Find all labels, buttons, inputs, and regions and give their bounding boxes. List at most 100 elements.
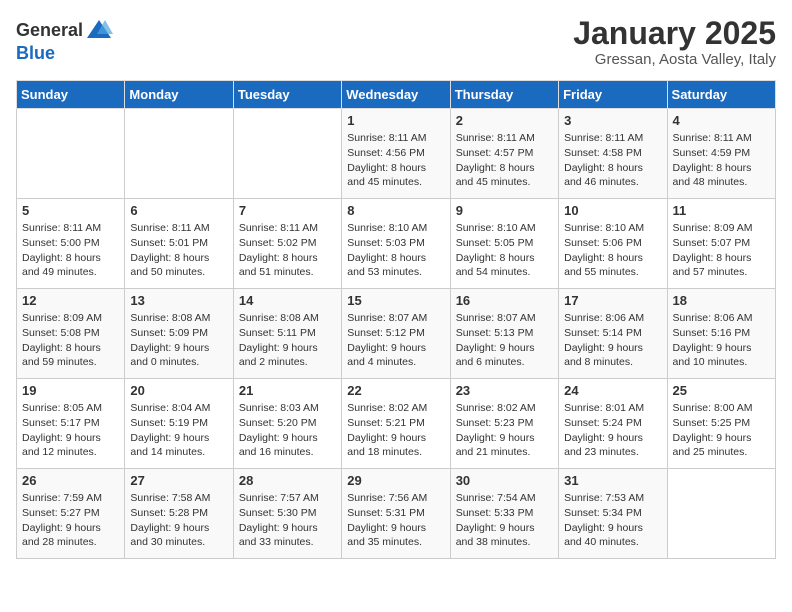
cell-info: Sunrise: 8:11 AM Sunset: 4:57 PM Dayligh… <box>456 131 553 190</box>
day-number: 17 <box>564 293 661 308</box>
day-number: 20 <box>130 383 227 398</box>
logo-general: General <box>16 21 83 39</box>
calendar-cell: 5Sunrise: 8:11 AM Sunset: 5:00 PM Daylig… <box>17 199 125 289</box>
calendar-cell <box>233 109 341 199</box>
calendar-cell: 9 Sunrise: 8:10 AM Sunset: 5:05 PM Daylig… <box>450 199 558 289</box>
calendar-cell: 8 Sunrise: 8:10 AM Sunset: 5:03 PM Daylig… <box>342 199 450 289</box>
header: General Blue January 2025 Gressan, Aosta… <box>16 16 776 68</box>
calendar-cell: 29 Sunrise: 7:56 AM Sunset: 5:31 PM Dayli… <box>342 469 450 559</box>
cell-info: Sunrise: 8:10 AM Sunset: 5:03 PM Dayligh… <box>347 221 444 280</box>
calendar-cell <box>667 469 775 559</box>
title-area: January 2025 Gressan, Aosta Valley, Ital… <box>573 16 776 68</box>
calendar-title: January 2025 <box>573 16 776 51</box>
day-number: 15 <box>347 293 444 308</box>
day-number: 30 <box>456 473 553 488</box>
calendar-cell: 3Sunrise: 8:11 AM Sunset: 4:58 PM Daylig… <box>559 109 667 199</box>
cell-info: Sunrise: 7:54 AM Sunset: 5:33 PM Dayligh… <box>456 491 553 550</box>
calendar-cell: 19Sunrise: 8:05 AM Sunset: 5:17 PM Dayli… <box>17 379 125 469</box>
cell-info: Sunrise: 8:06 AM Sunset: 5:16 PM Dayligh… <box>673 311 770 370</box>
weekday-header: Monday <box>125 81 233 109</box>
day-number: 18 <box>673 293 770 308</box>
calendar-week-row: 12 Sunrise: 8:09 AM Sunset: 5:08 PM Dayli… <box>17 289 776 379</box>
calendar-cell: 27 Sunrise: 7:58 AM Sunset: 5:28 PM Dayli… <box>125 469 233 559</box>
day-number: 4 <box>673 113 770 128</box>
cell-info: Sunrise: 8:02 AM Sunset: 5:21 PM Dayligh… <box>347 401 444 460</box>
cell-info: Sunrise: 7:53 AM Sunset: 5:34 PM Dayligh… <box>564 491 661 550</box>
weekday-header: Wednesday <box>342 81 450 109</box>
calendar-cell: 22 Sunrise: 8:02 AM Sunset: 5:21 PM Dayli… <box>342 379 450 469</box>
cell-info: Sunrise: 8:11 AM Sunset: 5:02 PM Dayligh… <box>239 221 336 280</box>
day-number: 2 <box>456 113 553 128</box>
cell-info: Sunrise: 8:11 AM Sunset: 5:01 PM Dayligh… <box>130 221 227 280</box>
calendar-cell: 7 Sunrise: 8:11 AM Sunset: 5:02 PM Daylig… <box>233 199 341 289</box>
calendar-cell: 4 Sunrise: 8:11 AM Sunset: 4:59 PM Daylig… <box>667 109 775 199</box>
cell-info: Sunrise: 8:06 AM Sunset: 5:14 PM Dayligh… <box>564 311 661 370</box>
day-number: 1 <box>347 113 444 128</box>
calendar-cell: 21 Sunrise: 8:03 AM Sunset: 5:20 PM Dayli… <box>233 379 341 469</box>
cell-info: Sunrise: 7:58 AM Sunset: 5:28 PM Dayligh… <box>130 491 227 550</box>
calendar-cell: 26 Sunrise: 7:59 AM Sunset: 5:27 PM Dayli… <box>17 469 125 559</box>
day-number: 26 <box>22 473 119 488</box>
weekday-header: Sunday <box>17 81 125 109</box>
calendar-week-row: 5Sunrise: 8:11 AM Sunset: 5:00 PM Daylig… <box>17 199 776 289</box>
calendar-week-row: 19Sunrise: 8:05 AM Sunset: 5:17 PM Dayli… <box>17 379 776 469</box>
day-number: 10 <box>564 203 661 218</box>
cell-info: Sunrise: 8:00 AM Sunset: 5:25 PM Dayligh… <box>673 401 770 460</box>
calendar-cell: 17 Sunrise: 8:06 AM Sunset: 5:14 PM Dayli… <box>559 289 667 379</box>
calendar-cell <box>125 109 233 199</box>
cell-info: Sunrise: 8:08 AM Sunset: 5:11 PM Dayligh… <box>239 311 336 370</box>
calendar-cell: 30 Sunrise: 7:54 AM Sunset: 5:33 PM Dayli… <box>450 469 558 559</box>
calendar-cell: 23 Sunrise: 8:02 AM Sunset: 5:23 PM Dayli… <box>450 379 558 469</box>
day-number: 29 <box>347 473 444 488</box>
calendar-cell: 16 Sunrise: 8:07 AM Sunset: 5:13 PM Dayli… <box>450 289 558 379</box>
cell-info: Sunrise: 8:03 AM Sunset: 5:20 PM Dayligh… <box>239 401 336 460</box>
weekday-header: Tuesday <box>233 81 341 109</box>
calendar-cell: 24 Sunrise: 8:01 AM Sunset: 5:24 PM Dayli… <box>559 379 667 469</box>
weekday-header-row: SundayMondayTuesdayWednesdayThursdayFrid… <box>17 81 776 109</box>
calendar-cell: 28Sunrise: 7:57 AM Sunset: 5:30 PM Dayli… <box>233 469 341 559</box>
weekday-header: Friday <box>559 81 667 109</box>
day-number: 25 <box>673 383 770 398</box>
day-number: 3 <box>564 113 661 128</box>
day-number: 5 <box>22 203 119 218</box>
day-number: 22 <box>347 383 444 398</box>
day-number: 23 <box>456 383 553 398</box>
cell-info: Sunrise: 7:56 AM Sunset: 5:31 PM Dayligh… <box>347 491 444 550</box>
cell-info: Sunrise: 8:11 AM Sunset: 4:59 PM Dayligh… <box>673 131 770 190</box>
logo-blue: Blue <box>16 44 113 62</box>
calendar-subtitle: Gressan, Aosta Valley, Italy <box>573 51 776 68</box>
cell-info: Sunrise: 8:07 AM Sunset: 5:13 PM Dayligh… <box>456 311 553 370</box>
calendar-cell: 15Sunrise: 8:07 AM Sunset: 5:12 PM Dayli… <box>342 289 450 379</box>
day-number: 31 <box>564 473 661 488</box>
calendar-week-row: 1Sunrise: 8:11 AM Sunset: 4:56 PM Daylig… <box>17 109 776 199</box>
cell-info: Sunrise: 8:10 AM Sunset: 5:05 PM Dayligh… <box>456 221 553 280</box>
calendar-cell: 6Sunrise: 8:11 AM Sunset: 5:01 PM Daylig… <box>125 199 233 289</box>
cell-info: Sunrise: 8:09 AM Sunset: 5:08 PM Dayligh… <box>22 311 119 370</box>
day-number: 9 <box>456 203 553 218</box>
day-number: 27 <box>130 473 227 488</box>
logo: General Blue <box>16 16 113 62</box>
logo-icon <box>85 16 113 44</box>
calendar-cell: 20 Sunrise: 8:04 AM Sunset: 5:19 PM Dayli… <box>125 379 233 469</box>
calendar-cell: 18 Sunrise: 8:06 AM Sunset: 5:16 PM Dayli… <box>667 289 775 379</box>
weekday-header: Saturday <box>667 81 775 109</box>
day-number: 11 <box>673 203 770 218</box>
day-number: 7 <box>239 203 336 218</box>
calendar-cell: 12 Sunrise: 8:09 AM Sunset: 5:08 PM Dayli… <box>17 289 125 379</box>
cell-info: Sunrise: 8:01 AM Sunset: 5:24 PM Dayligh… <box>564 401 661 460</box>
day-number: 24 <box>564 383 661 398</box>
day-number: 8 <box>347 203 444 218</box>
day-number: 21 <box>239 383 336 398</box>
cell-info: Sunrise: 7:59 AM Sunset: 5:27 PM Dayligh… <box>22 491 119 550</box>
cell-info: Sunrise: 8:04 AM Sunset: 5:19 PM Dayligh… <box>130 401 227 460</box>
calendar-cell: 2 Sunrise: 8:11 AM Sunset: 4:57 PM Daylig… <box>450 109 558 199</box>
cell-info: Sunrise: 8:02 AM Sunset: 5:23 PM Dayligh… <box>456 401 553 460</box>
calendar-cell: 25 Sunrise: 8:00 AM Sunset: 5:25 PM Dayli… <box>667 379 775 469</box>
day-number: 16 <box>456 293 553 308</box>
calendar-week-row: 26 Sunrise: 7:59 AM Sunset: 5:27 PM Dayli… <box>17 469 776 559</box>
calendar-cell: 11 Sunrise: 8:09 AM Sunset: 5:07 PM Dayli… <box>667 199 775 289</box>
calendar-table: SundayMondayTuesdayWednesdayThursdayFrid… <box>16 80 776 559</box>
day-number: 12 <box>22 293 119 308</box>
weekday-header: Thursday <box>450 81 558 109</box>
cell-info: Sunrise: 8:09 AM Sunset: 5:07 PM Dayligh… <box>673 221 770 280</box>
